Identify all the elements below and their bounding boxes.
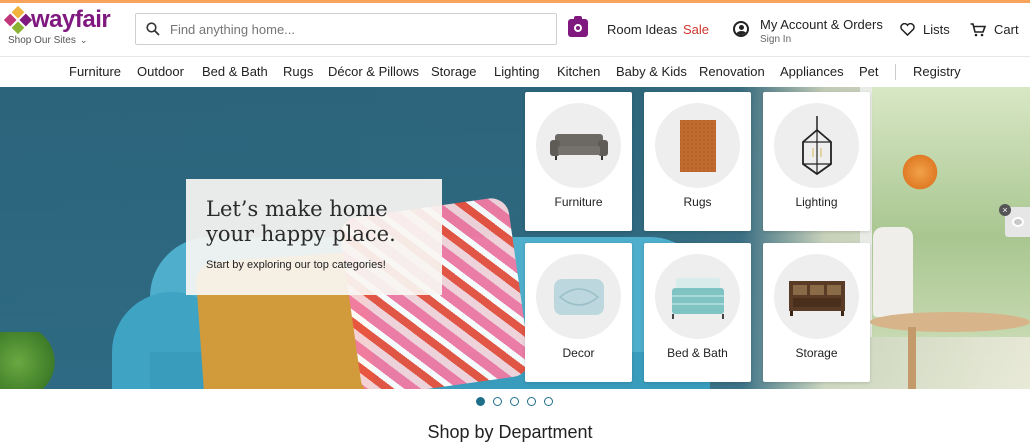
close-icon[interactable]: × bbox=[999, 204, 1011, 216]
category-card-rugs[interactable]: Rugs bbox=[644, 92, 751, 231]
chevron-down-icon: ⌄ bbox=[79, 35, 88, 45]
nav-item-kitchen[interactable]: Kitchen bbox=[557, 64, 600, 79]
sign-in-label: Sign In bbox=[760, 34, 792, 45]
heart-icon bbox=[900, 23, 915, 36]
cart-icon bbox=[970, 22, 986, 36]
hero-text-box: Let’s make home your happy place. Start … bbox=[186, 179, 442, 295]
hero-headline: Let’s make home your happy place. bbox=[206, 197, 422, 247]
nav-item-appliances[interactable]: Appliances bbox=[780, 64, 844, 79]
category-card-bed-bath[interactable]: Bed & Bath bbox=[644, 243, 751, 382]
storage-cabinet-icon bbox=[788, 280, 845, 316]
account-label: My Account & Orders bbox=[760, 17, 883, 32]
account-icon bbox=[733, 21, 749, 37]
nav-item-rugs[interactable]: Rugs bbox=[283, 64, 313, 79]
hero-subtext: Start by exploring our top categories! bbox=[206, 259, 386, 271]
category-label-storage: Storage bbox=[795, 346, 838, 360]
search-input[interactable] bbox=[170, 21, 550, 37]
account-menu[interactable]: My Account & Orders Sign In bbox=[733, 17, 883, 45]
sofa-icon bbox=[549, 133, 608, 160]
hero-plant-image bbox=[0, 332, 60, 389]
nav-item-bed-bath[interactable]: Bed & Bath bbox=[202, 64, 268, 79]
category-label-lighting: Lighting bbox=[795, 195, 838, 209]
nav-item-decor[interactable]: Décor & Pillows bbox=[328, 64, 419, 79]
nav-item-renovation[interactable]: Renovation bbox=[699, 64, 765, 79]
carousel-dot-1[interactable] bbox=[476, 397, 485, 406]
chat-bubble-icon bbox=[1011, 217, 1024, 227]
search-icon bbox=[146, 22, 160, 36]
logo-mark-icon bbox=[3, 5, 33, 35]
hero-headline-line-2: your happy place. bbox=[206, 222, 396, 246]
room-ideas-link[interactable]: Room Ideas bbox=[607, 22, 677, 37]
category-label-decor: Decor bbox=[562, 346, 595, 360]
sale-link[interactable]: Sale bbox=[683, 22, 709, 37]
category-label-bed-bath: Bed & Bath bbox=[667, 346, 728, 360]
hero-flower-image bbox=[900, 152, 940, 192]
carousel-pagination bbox=[476, 397, 561, 406]
cart-label: Cart bbox=[994, 22, 1019, 37]
carousel-dot-3[interactable] bbox=[510, 397, 519, 406]
carousel-dot-2[interactable] bbox=[493, 397, 502, 406]
carousel-dot-4[interactable] bbox=[527, 397, 536, 406]
shop-our-sites-dropdown[interactable]: Shop Our Sites ⌄ bbox=[8, 35, 87, 46]
rug-icon bbox=[679, 119, 716, 172]
nav-item-baby-kids[interactable]: Baby & Kids bbox=[616, 64, 687, 79]
category-card-decor[interactable]: Decor bbox=[525, 243, 632, 382]
category-label-furniture: Furniture bbox=[554, 195, 603, 209]
hero-vase-image bbox=[873, 227, 913, 317]
site-header: wayfair Shop Our Sites ⌄ Room Ideas Sale… bbox=[0, 3, 1030, 55]
nav-item-outdoor[interactable]: Outdoor bbox=[137, 64, 184, 79]
search-bar[interactable] bbox=[135, 13, 557, 45]
nav-item-storage[interactable]: Storage bbox=[431, 64, 477, 79]
nav-item-pet[interactable]: Pet bbox=[859, 64, 879, 79]
lists-label: Lists bbox=[923, 22, 950, 37]
nav-item-furniture[interactable]: Furniture bbox=[69, 64, 121, 79]
nav-divider bbox=[895, 64, 896, 80]
shop-our-sites-label: Shop Our Sites bbox=[8, 35, 76, 46]
nav-item-lighting[interactable]: Lighting bbox=[494, 64, 540, 79]
carousel-dot-5[interactable] bbox=[544, 397, 553, 406]
category-card-furniture[interactable]: Furniture bbox=[525, 92, 632, 231]
nav-item-registry[interactable]: Registry bbox=[913, 64, 961, 79]
visual-search-camera-icon[interactable] bbox=[568, 16, 588, 37]
logo-text: wayfair bbox=[31, 6, 111, 33]
category-label-rugs: Rugs bbox=[683, 195, 712, 209]
pillow-icon bbox=[553, 278, 604, 315]
lantern-icon bbox=[801, 115, 832, 175]
shop-by-department-heading: Shop by Department bbox=[427, 422, 593, 442]
hero-headline-line-1: Let’s make home bbox=[206, 197, 388, 221]
category-card-lighting[interactable]: Lighting bbox=[763, 92, 870, 231]
lists-link[interactable]: Lists bbox=[900, 22, 950, 37]
hero-side-table-image bbox=[870, 312, 1030, 332]
category-card-storage[interactable]: Storage bbox=[763, 243, 870, 382]
wayfair-logo[interactable]: wayfair bbox=[3, 5, 111, 35]
hero-banner: Let’s make home your happy place. Start … bbox=[0, 87, 1030, 389]
bed-icon bbox=[671, 277, 724, 319]
cart-link[interactable]: Cart bbox=[970, 22, 1019, 37]
category-nav: Furniture Outdoor Bed & Bath Rugs Décor … bbox=[0, 56, 1030, 86]
